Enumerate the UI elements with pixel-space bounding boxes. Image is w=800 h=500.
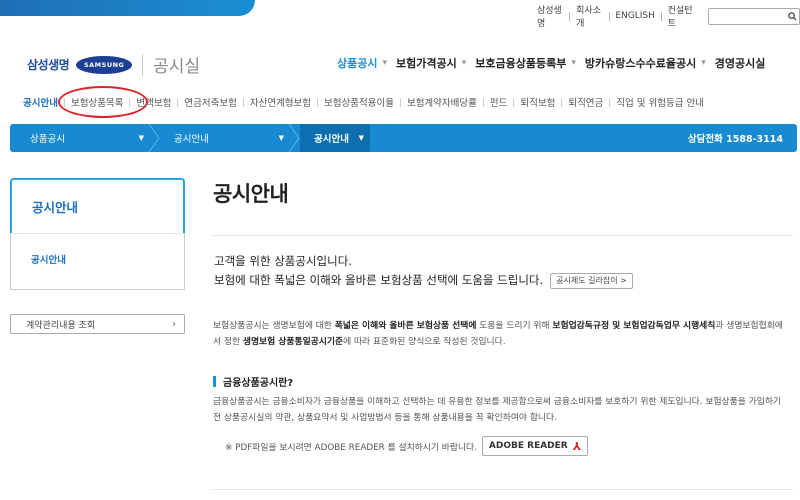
section-title: 공시실	[153, 57, 201, 77]
chevron-right-icon: ›	[172, 318, 176, 330]
page-title: 공시안내	[213, 182, 289, 206]
divider	[609, 97, 611, 107]
chevron-down-icon: ▾	[701, 58, 706, 68]
adobe-reader-button[interactable]: ADOBE READER ⅄	[481, 436, 589, 456]
text-span: 보험상품공시는 생명보험에 대한	[213, 321, 335, 331]
sub-nav: 공시안내 보험상품목록 변액보험 연금저축보험 자산연계형보험 보험상품적용이율…	[23, 86, 704, 118]
side-menu-item-guide[interactable]: 공시안내	[31, 255, 66, 266]
search-icon[interactable]	[785, 9, 799, 24]
pdf-notice: ※ PDF파일을 보시려면 ADOBE READER 를 설치하시기 바랍니다.…	[225, 436, 589, 456]
text-span: 에 따라 표준화된 양식으로 작성된 것입니다.	[343, 337, 506, 347]
breadcrumb-label: 공시안내	[314, 134, 349, 145]
gnb-label: 방카슈랑스수수료율공시	[584, 57, 697, 70]
chevron-down-icon: ▼	[358, 134, 364, 142]
contract-inquiry-button[interactable]: 계약관리내용 조회 ›	[10, 314, 185, 334]
text-span: 도움을 드리기 위해	[476, 321, 553, 331]
chevron-down-icon: ▼	[278, 134, 284, 142]
divider	[482, 97, 484, 107]
divider	[317, 97, 319, 107]
breadcrumb-level-3[interactable]: 공시안내 ▼	[300, 124, 370, 152]
pdf-notice-text: ※ PDF파일을 보시려면 ADOBE READER 를 설치하시기 바랍니다.	[225, 442, 477, 453]
subnav-item-dividend[interactable]: 보험계약자배당률	[407, 95, 477, 109]
divider	[399, 97, 401, 107]
side-menu-title[interactable]: 공시안내	[10, 178, 185, 233]
chevron-right-icon	[148, 124, 160, 152]
gnb-item-product-disclosure[interactable]: 상품공시	[337, 55, 377, 71]
text-bold: 폭넓은 이해와 올바른 보험상품 선택에	[334, 321, 477, 331]
breadcrumb-level-2[interactable]: 공시안내 ▼	[160, 124, 300, 152]
intro-line-1: 고객을 위한 상품공시입니다.	[214, 254, 352, 268]
disclosure-guide-button[interactable]: 공시제도 길라잡이 >	[550, 272, 633, 289]
chevron-down-icon: ▾	[571, 58, 576, 68]
divider	[242, 97, 244, 107]
subnav-item-pension[interactable]: 연금저축보험	[184, 95, 236, 109]
adobe-reader-label: ADOBE READER	[488, 441, 568, 451]
breadcrumb-label: 상품공시	[30, 134, 65, 145]
side-menu: 공시안내 공시안내	[10, 178, 185, 290]
contract-inquiry-label: 계약관리내용 조회	[26, 320, 96, 331]
subnav-item-rates[interactable]: 보험상품적용이율	[324, 95, 394, 109]
global-nav: 상품공시 ▾ 보험가격공시 ▾ 보호금융상품등록부 ▾ 방카슈랑스수수료율공시 …	[337, 55, 765, 71]
util-link-company[interactable]: 회사소개	[570, 3, 608, 29]
intro-line-2-row: 보험에 대한 폭넓은 이해와 올바른 보험상품 선택에 도움을 드립니다. 공시…	[214, 271, 633, 290]
divider	[213, 489, 793, 490]
divider	[177, 97, 179, 107]
chevron-down-icon: ▾	[461, 58, 467, 68]
location-bar: 상품공시 ▼ 공시안내 ▼ 공시안내 ▼ 상담전화 1588-3114	[10, 124, 797, 152]
divider	[213, 235, 793, 236]
heading-marker	[213, 376, 216, 387]
intro-line-2: 보험에 대한 폭넓은 이해와 올바른 보험상품 선택에 도움을 드립니다.	[214, 273, 544, 287]
top-accent-bar	[0, 0, 255, 16]
util-link-samsung-life[interactable]: 삼성생명	[531, 3, 569, 29]
disclosure-description: 보험상품공시는 생명보험에 대한 폭넓은 이해와 올바른 보험상품 선택에 도움…	[213, 318, 783, 350]
financial-disclosure-description: 금융상품공시는 금융소비자가 금융상품을 이해하고 선택하는 데 유용한 정보를…	[213, 397, 782, 423]
subnav-item-asset-linked[interactable]: 자산연계형보험	[250, 95, 311, 109]
chevron-right-icon	[288, 124, 300, 152]
text-bold: 보험업감독규정 및 보험업감독업무 시행세칙	[552, 321, 716, 331]
brand-name: 삼성생명	[27, 58, 70, 72]
chevron-down-icon: ▼	[138, 134, 144, 142]
search-box	[708, 7, 800, 25]
breadcrumb-level-1[interactable]: 상품공시 ▼	[10, 124, 160, 152]
subnav-item-retirement-pension[interactable]: 퇴직연금	[568, 95, 603, 109]
phone-number: 상담전화 1588-3114	[687, 134, 783, 145]
gnb-item-price-disclosure[interactable]: 보험가격공시	[396, 55, 457, 71]
subnav-item-guide[interactable]: 공시안내	[23, 95, 58, 109]
util-link-english[interactable]: ENGLISH	[609, 11, 661, 21]
gnb-item-management[interactable]: 경영공시실	[715, 55, 766, 71]
subnav-item-fund[interactable]: 펀드	[490, 95, 507, 109]
side-menu-title-label: 공시안내	[32, 200, 79, 215]
gnb-label: 경영공시실	[714, 57, 766, 70]
intro-text: 고객을 위한 상품공시입니다. 보험에 대한 폭넓은 이해와 올바른 보험상품 …	[214, 252, 633, 290]
text-bold: 생명보험 상품통일공시기준	[242, 337, 344, 347]
site-logo[interactable]: 삼성생명 SAMSUNG 공시실	[27, 52, 200, 77]
breadcrumb-label: 공시안내	[174, 134, 209, 145]
divider	[513, 97, 515, 107]
section-heading: 금융상품공시란?	[213, 374, 293, 389]
section-heading-label: 금융상품공시란?	[223, 378, 294, 389]
subnav-item-job-risk[interactable]: 직업 및 위험등급 안내	[616, 95, 704, 109]
pdf-icon: ⅄	[572, 439, 582, 453]
side-menu-body: 공시안내	[10, 233, 185, 290]
gnb-item-protected-registry[interactable]: 보호금융상품등록부	[475, 55, 566, 71]
subnav-item-product-list[interactable]: 보험상품목록	[57, 86, 149, 118]
search-input[interactable]	[709, 8, 786, 24]
divider	[561, 97, 563, 107]
chevron-down-icon: ▾	[382, 58, 388, 68]
gnb-item-bancassurance[interactable]: 방카슈랑스수수료율공시	[585, 55, 696, 71]
gnb-label: 보호금융상품등록부	[475, 57, 567, 70]
util-link-consultant[interactable]: 컨설턴트	[662, 3, 700, 29]
divider	[142, 53, 144, 76]
subnav-item-retirement-ins[interactable]: 퇴직보험	[520, 95, 555, 109]
gnb-label: 상품공시	[337, 57, 378, 70]
samsung-logo: SAMSUNG	[76, 55, 133, 74]
utility-nav: 삼성생명 회사소개 ENGLISH 컨설턴트	[531, 3, 800, 29]
gnb-label: 보험가격공시	[396, 57, 457, 70]
